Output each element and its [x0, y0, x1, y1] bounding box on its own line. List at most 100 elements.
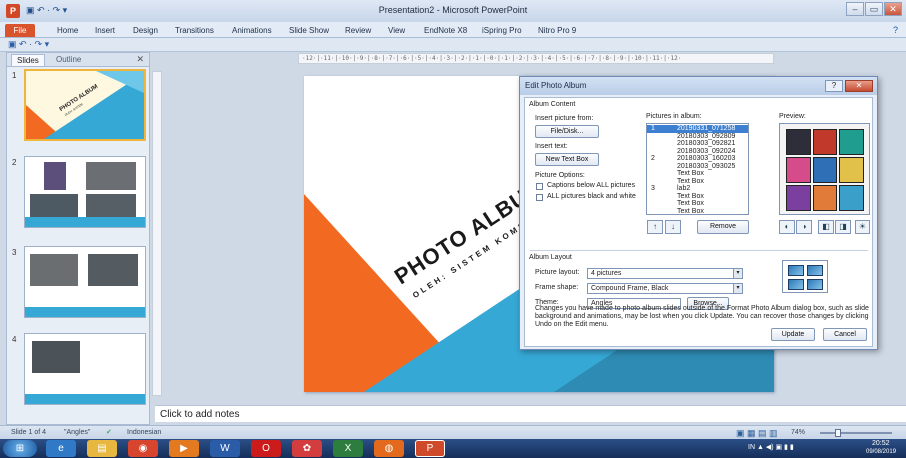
thumb-photo: [87, 253, 139, 287]
thumb-blue-band: [25, 307, 145, 317]
tab-slide-show[interactable]: Slide Show: [289, 24, 329, 37]
picture-list-name: Text Box: [677, 207, 704, 215]
insert-picture-label: Insert picture from:: [535, 115, 594, 122]
black-white-label[interactable]: ALL pictures black and white: [547, 193, 636, 200]
rotate-left-icon[interactable]: ◐: [779, 220, 795, 234]
tab-insert[interactable]: Insert: [95, 24, 115, 37]
taskbar-firefox-icon[interactable]: ◍: [374, 440, 404, 457]
tab-view[interactable]: View: [388, 24, 405, 37]
taskbar-powerpoint-icon[interactable]: P: [415, 440, 445, 457]
preview-photo-cell: [812, 129, 838, 155]
clock-date[interactable]: 09/08/2019: [866, 449, 896, 455]
tab-outline[interactable]: Outline: [51, 54, 86, 66]
layout-cell: [788, 265, 804, 276]
black-white-checkbox[interactable]: [536, 194, 543, 201]
info-message: Changes you have made to photo album sli…: [535, 305, 869, 328]
minimize-button[interactable]: –: [846, 2, 864, 16]
captions-below-checkbox[interactable]: [536, 183, 543, 190]
zoom-slider-thumb[interactable]: [835, 429, 841, 437]
taskbar-word-icon[interactable]: W: [210, 440, 240, 457]
frame-shape-dropdown[interactable]: Compound Frame, Black ▾: [587, 283, 743, 294]
tab-home[interactable]: Home: [57, 24, 78, 37]
slide-thumbnail-1[interactable]: PHOTO ALBUM OLEH: SISTEM: [24, 69, 146, 141]
notes-placeholder[interactable]: Click to add notes: [155, 405, 906, 422]
start-button[interactable]: ⊞: [3, 440, 37, 457]
picture-list-item[interactable]: Text Box: [647, 207, 748, 215]
chevron-down-icon[interactable]: ▾: [733, 284, 742, 293]
slide-thumbnail-2[interactable]: [24, 156, 146, 228]
pane-close-icon[interactable]: ✕: [136, 54, 144, 65]
captions-below-label[interactable]: Captions below ALL pictures: [547, 182, 635, 189]
rotate-right-icon[interactable]: ◑: [796, 220, 812, 234]
section-divider: [530, 250, 868, 251]
remove-button[interactable]: Remove: [697, 220, 749, 234]
slide-thumbnail-3[interactable]: [24, 246, 146, 318]
tab-nitro[interactable]: Nitro Pro 9: [538, 24, 576, 37]
preview-photo-cell: [839, 185, 864, 211]
zoom-level[interactable]: 74%: [791, 426, 805, 439]
brightness-up-icon[interactable]: ☀: [855, 220, 870, 234]
contrast-up-icon[interactable]: ◧: [818, 220, 834, 234]
taskbar-app-red-icon[interactable]: ✿: [292, 440, 322, 457]
tab-ispring[interactable]: iSpring Pro: [482, 24, 522, 37]
dialog-close-button[interactable]: ✕: [845, 80, 873, 92]
preview-grid: [786, 129, 864, 211]
system-tray[interactable]: IN ▲ ◀) ▣ ▮ ▮: [748, 443, 794, 451]
layout-cell: [807, 279, 823, 290]
slide-number: 1: [12, 71, 17, 80]
maximize-button[interactable]: ▭: [865, 2, 883, 16]
zoom-slider[interactable]: [820, 432, 892, 434]
tab-slides[interactable]: Slides: [11, 54, 45, 66]
taskbar-excel-icon[interactable]: X: [333, 440, 363, 457]
picture-layout-value: 4 pictures: [591, 270, 622, 277]
update-button[interactable]: Update: [771, 328, 815, 341]
pictures-list[interactable]: 1 20190331_071258 20180303_092809 20180303_…: [646, 123, 749, 215]
slides-pane: Slides Outline ✕ 1 PHOTO ALBUM OLEH: SIS…: [6, 52, 150, 425]
tab-animations[interactable]: Animations: [232, 24, 272, 37]
new-text-box-button[interactable]: New Text Box: [535, 153, 599, 166]
tab-transitions[interactable]: Transitions: [175, 24, 214, 37]
taskbar-explorer-icon[interactable]: ▤: [87, 440, 117, 457]
close-window-button[interactable]: ✕: [884, 2, 902, 16]
slide-number: 3: [12, 248, 17, 257]
taskbar-media-icon[interactable]: ▶: [169, 440, 199, 457]
slide-number: 4: [12, 335, 17, 344]
tab-review[interactable]: Review: [345, 24, 371, 37]
pictures-in-album-label: Pictures in album:: [646, 113, 702, 120]
slide-thumbnail-4[interactable]: [24, 333, 146, 405]
taskbar-chrome-icon[interactable]: ◉: [128, 440, 158, 457]
status-language[interactable]: Indonesian: [127, 426, 161, 439]
dialog-help-button[interactable]: ?: [825, 80, 843, 92]
layout-cell: [788, 279, 804, 290]
taskbar-ie-icon[interactable]: e: [46, 440, 76, 457]
clock-time[interactable]: 20:52: [872, 440, 890, 447]
tab-file[interactable]: File: [5, 24, 35, 37]
chevron-down-icon[interactable]: ▾: [733, 269, 742, 278]
album-content-label: Album Content: [529, 101, 576, 108]
cancel-button[interactable]: Cancel: [823, 328, 867, 341]
tab-endnote[interactable]: EndNote X8: [424, 24, 467, 37]
status-bar: Slide 1 of 4 "Angles" ✔ Indonesian ▣ ▦ ▤…: [0, 425, 906, 439]
ribbon-tab-bar: File Home Insert Design Transitions Anim…: [0, 22, 906, 38]
thumb-blue-band: [25, 217, 145, 227]
spellcheck-icon[interactable]: ✔: [106, 426, 112, 439]
window-title: Presentation2 - Microsoft PowerPoint: [378, 5, 528, 15]
preview-photo-cell: [812, 185, 838, 211]
picture-layout-dropdown[interactable]: 4 pictures ▾: [587, 268, 743, 279]
preview-box: [779, 123, 870, 215]
layout-preview: [782, 260, 828, 293]
taskbar-opera-icon[interactable]: O: [251, 440, 281, 457]
quick-access-icons[interactable]: ▣ ↶ · ↷ ▾: [8, 39, 49, 50]
preview-photo-cell: [786, 157, 811, 183]
edit-photo-album-dialog: Edit Photo Album ? ✕ Album Content Inser…: [519, 76, 878, 350]
thumb-photo: [29, 193, 79, 219]
help-icon[interactable]: ?: [893, 25, 898, 35]
move-up-button[interactable]: ↑: [647, 220, 663, 234]
dialog-title-bar[interactable]: Edit Photo Album ? ✕: [520, 77, 877, 95]
contrast-down-icon[interactable]: ◨: [835, 220, 851, 234]
tab-design[interactable]: Design: [133, 24, 158, 37]
file-disk-button[interactable]: File/Disk...: [535, 125, 599, 138]
move-down-button[interactable]: ↓: [665, 220, 681, 234]
layout-cell: [807, 265, 823, 276]
thumb-photo: [31, 340, 81, 374]
